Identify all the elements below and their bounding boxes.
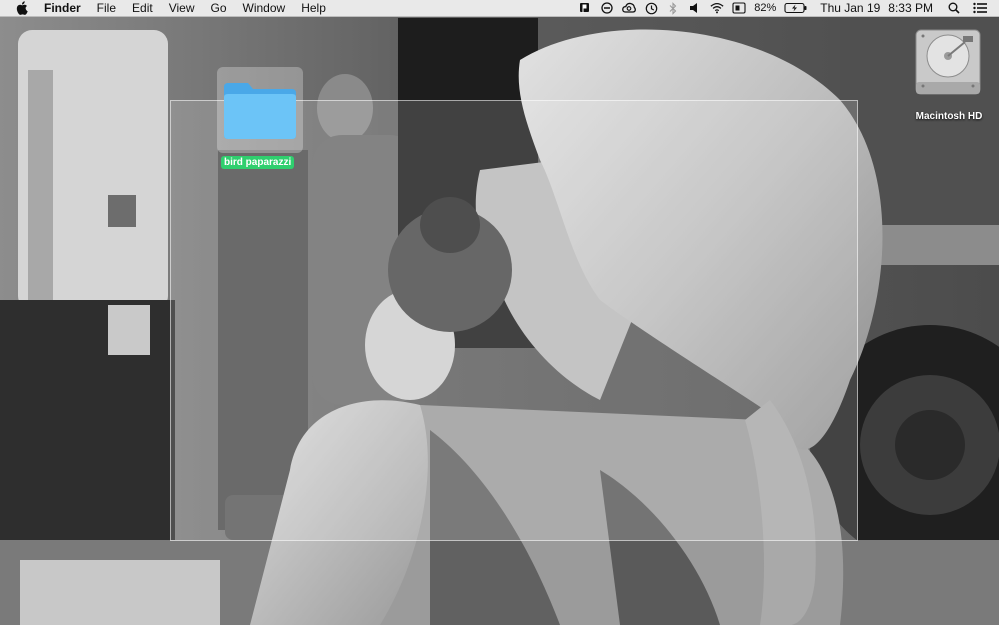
menu-app-finder[interactable]: Finder	[44, 0, 89, 16]
menu-bar: Finder File Edit View Go Window Help 82%…	[0, 0, 999, 17]
wifi-icon[interactable]	[710, 1, 724, 15]
menu-window[interactable]: Window	[235, 0, 294, 16]
volume-icon[interactable]	[688, 1, 702, 15]
hard-drive-icon	[915, 29, 981, 95]
spotlight-search-icon[interactable]	[947, 1, 961, 15]
menu-help[interactable]: Help	[293, 0, 334, 16]
menu-view[interactable]: View	[161, 0, 203, 16]
apple-menu-icon[interactable]	[14, 1, 30, 15]
menu-go[interactable]: Go	[203, 0, 235, 16]
menu-edit[interactable]: Edit	[124, 0, 161, 16]
notification-center-icon[interactable]	[973, 1, 987, 15]
folder-icon	[224, 83, 296, 139]
time-machine-icon[interactable]	[644, 1, 658, 15]
folder-name-label[interactable]: bird paparazzi	[221, 156, 295, 169]
battery-charging-icon[interactable]	[784, 1, 808, 15]
battery-percent[interactable]: 82%	[754, 2, 776, 14]
input-source-icon[interactable]	[732, 1, 746, 15]
clock-date[interactable]: Thu Jan 19	[820, 1, 880, 15]
flag-status-icon[interactable]	[578, 1, 592, 15]
folder-bird-paparazzi[interactable]	[217, 67, 303, 153]
bluetooth-icon[interactable]	[666, 1, 680, 15]
macintosh-hd-drive[interactable]	[913, 24, 983, 100]
menu-file[interactable]: File	[89, 0, 124, 16]
do-not-disturb-icon[interactable]	[600, 1, 614, 15]
clock-time[interactable]: 8:33 PM	[888, 1, 933, 15]
drive-name-label[interactable]: Macintosh HD	[900, 111, 998, 122]
creative-cloud-icon[interactable]	[622, 1, 637, 15]
